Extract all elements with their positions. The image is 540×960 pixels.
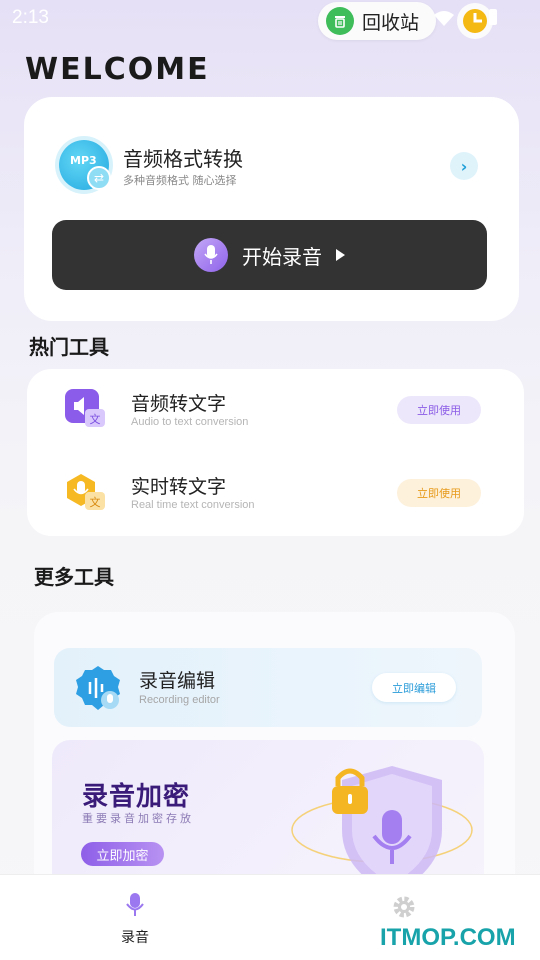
status-bar: 2:13 回收站	[0, 0, 540, 40]
wifi-icon	[434, 11, 454, 26]
use-now-button[interactable]: 立即使用	[397, 479, 481, 507]
tool-subtitle: Real time text conversion	[131, 499, 255, 511]
converter-subtitle: 多种音频格式 随心选择	[123, 174, 237, 187]
svg-text:文: 文	[90, 495, 101, 509]
chevron-right-icon[interactable]: ›	[450, 152, 478, 180]
mp3-icon-label: MP3	[70, 154, 97, 167]
recording-editor-subtitle: Recording editor	[139, 694, 220, 706]
recording-editor-icon	[74, 664, 122, 712]
recording-encrypt-card[interactable]: 录音加密 重要录音加密存放 立即加密	[52, 740, 484, 874]
tool-title: 实时转文字	[131, 476, 227, 498]
nav-item-settings[interactable]	[392, 895, 416, 923]
recording-editor-title: 录音编辑	[139, 670, 216, 692]
audio-to-text-icon: 文	[63, 387, 109, 433]
microphone-icon	[194, 238, 228, 272]
trash-icon	[326, 7, 354, 35]
hot-tools-title: 热门工具	[29, 335, 109, 359]
swap-icon: ⇄	[87, 166, 111, 190]
start-recording-button[interactable]: 开始录音	[52, 220, 487, 290]
recycle-bin-button[interactable]: 回收站	[318, 2, 436, 40]
notification-icon[interactable]	[457, 3, 493, 39]
mp3-convert-icon: MP3 ⇄	[59, 140, 111, 190]
converter-card: MP3 ⇄ 音频格式转换 多种音频格式 随心选择 › 开始录音	[24, 97, 519, 321]
recycle-bin-label: 回收站	[362, 11, 420, 34]
shield-lock-icon	[291, 766, 473, 874]
recording-encrypt-subtitle: 重要录音加密存放	[82, 812, 194, 825]
tool-title: 音频转文字	[131, 393, 227, 415]
welcome-title: WELCOME	[25, 52, 210, 87]
tool-row-audio-to-text[interactable]: 文 音频转文字 Audio to text conversion 立即使用	[27, 369, 524, 449]
tool-row-realtime-text[interactable]: 文 实时转文字 Real time text conversion 立即使用	[27, 452, 524, 532]
nav-item-record[interactable]: 录音	[110, 893, 160, 947]
recording-editor-card[interactable]: 录音编辑 Recording editor 立即编辑	[54, 648, 482, 727]
watermark: ITMOP.COM	[380, 924, 516, 951]
microphone-icon	[126, 893, 144, 916]
hot-tools-card: 文 音频转文字 Audio to text conversion 立即使用 文 …	[27, 369, 524, 536]
gear-icon	[393, 896, 415, 918]
recording-encrypt-title: 录音加密	[82, 782, 191, 812]
nav-record-label: 录音	[121, 930, 149, 946]
encrypt-now-button[interactable]: 立即加密	[81, 842, 164, 866]
realtime-text-icon: 文	[63, 470, 109, 516]
edit-now-button[interactable]: 立即编辑	[372, 673, 456, 702]
battery-icon	[489, 9, 497, 25]
status-time: 2:13	[12, 7, 49, 28]
converter-title[interactable]: 音频格式转换	[123, 143, 243, 172]
play-icon	[336, 249, 345, 261]
svg-text:文: 文	[90, 412, 101, 426]
more-tools-title: 更多工具	[34, 565, 114, 589]
tool-subtitle: Audio to text conversion	[131, 416, 249, 428]
start-recording-label: 开始录音	[242, 244, 322, 269]
use-now-button[interactable]: 立即使用	[397, 396, 481, 424]
more-tools-card: 录音编辑 Recording editor 立即编辑 录音加密 重要录音加密存放…	[34, 612, 515, 874]
